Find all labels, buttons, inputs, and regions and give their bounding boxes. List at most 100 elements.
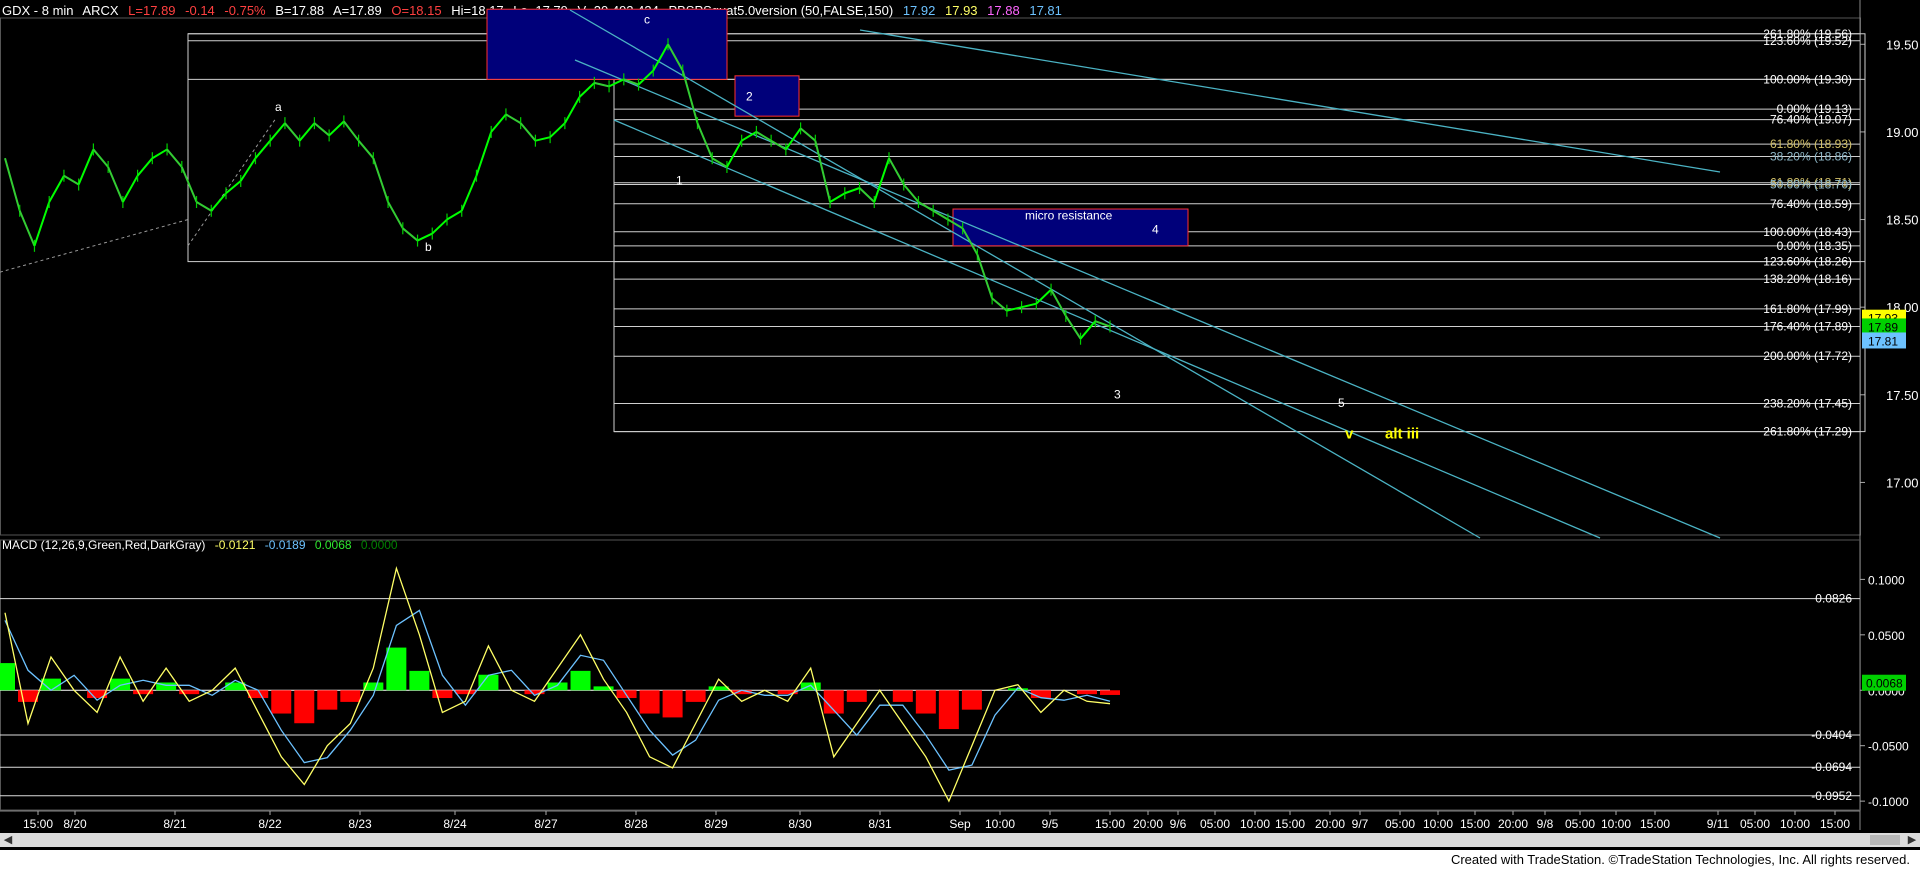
wave-label-2: c [644, 12, 650, 26]
macd-hist-bar-29 [662, 690, 683, 718]
time-axis-label-32: 10:00 [1780, 817, 1810, 831]
price-segment-2 [18, 210, 36, 247]
price-segment-36 [519, 122, 537, 142]
macd-axis-label-3: -0.0500 [1868, 740, 1909, 754]
price-segment-23 [328, 120, 345, 137]
time-axis-label-29: 15:00 [1640, 817, 1670, 831]
price-segment-13 [180, 166, 198, 203]
price-axis-label-0: 19.50 [1886, 37, 1919, 52]
price-segment-3 [33, 201, 51, 247]
fib-label-18: 261.80% (17.29) [1763, 425, 1852, 439]
macd-hist-bar-15 [340, 690, 361, 702]
macd-hist-bar-20 [455, 690, 476, 695]
copyright-footer: Created with TradeStation. ©TradeStation… [1450, 852, 1910, 867]
price-segment-24 [343, 120, 360, 142]
price-segment-25 [357, 140, 375, 159]
chart-canvas[interactable]: 19.5019.0018.5018.0017.5017.00261.80% (1… [0, 0, 1920, 850]
macd-ref-label-3: -0.0952 [1811, 789, 1852, 803]
price-segment-33 [475, 131, 493, 177]
resistance-box-c [486, 8, 728, 80]
macd-hist-bar-37 [846, 690, 867, 702]
fib-label-10: 100.00% (18.43) [1763, 225, 1852, 239]
wave-label-5: 3 [1114, 387, 1121, 401]
macd-axis-label-1: 0.0500 [1868, 629, 1905, 643]
macd-hist-bar-48 [1100, 690, 1120, 695]
macd-hist-bar-21 [478, 674, 499, 691]
macd-hist-bar-18 [409, 670, 430, 691]
macd-ref-label-1: -0.0404 [1811, 728, 1852, 742]
price-segment-39 [563, 96, 581, 124]
price-segment-20 [284, 122, 301, 142]
macd-hist-bar-24 [547, 682, 568, 691]
price-segment-9 [121, 175, 139, 203]
wave-label-3: 1 [676, 173, 683, 187]
price-segment-42 [608, 78, 625, 88]
fib-label-15: 176.40% (17.89) [1763, 319, 1852, 333]
price-axis-label-5: 17.00 [1886, 475, 1919, 490]
macd-hist-bar-39 [892, 690, 913, 702]
time-axis-label-5: 8/24 [443, 817, 467, 831]
time-axis-label-3: 8/22 [258, 817, 282, 831]
micro-resistance-label: micro resistance [1025, 209, 1113, 223]
time-axis-label-30: 9/11 [1707, 817, 1730, 831]
scroll-right-arrow-icon[interactable]: ▶ [1906, 833, 1918, 847]
time-axis-label-8: 8/29 [704, 817, 728, 831]
time-axis-label-14: 15:00 [1095, 817, 1125, 831]
price-segment-18 [254, 140, 271, 159]
price-segment-37 [535, 136, 551, 142]
price-axis-label-2: 18.50 [1886, 213, 1919, 228]
price-axis-label-1: 19.00 [1886, 125, 1919, 140]
fib-label-9: 76.40% (18.59) [1770, 197, 1852, 211]
macd-hist-bar-41 [938, 690, 959, 730]
price-tag-2: 17.81 [1868, 334, 1898, 348]
fib-label-14: 161.80% (17.99) [1763, 302, 1852, 316]
price-segment-26 [372, 157, 390, 203]
macd-hist-bar-28 [639, 690, 660, 714]
price-segment-38 [549, 122, 566, 138]
horizontal-scrollbar[interactable]: ◀ ▶ [0, 833, 1920, 847]
macd-hist-bar-42 [961, 690, 982, 710]
time-axis-label-18: 10:00 [1240, 817, 1270, 831]
macd-hist-bar-31 [708, 686, 729, 691]
time-axis-label-20: 20:00 [1315, 817, 1345, 831]
time-axis-label-4: 8/23 [348, 817, 372, 831]
price-segment-8 [107, 166, 124, 203]
time-axis-label-2: 8/21 [163, 817, 187, 831]
price-segment-55 [799, 127, 816, 142]
price-segment-57 [829, 192, 846, 203]
time-axis-label-33: 15:00 [1820, 817, 1850, 831]
macd-axis-label-0: 0.1000 [1868, 573, 1905, 587]
fib-label-4: 76.40% (19.07) [1770, 113, 1852, 127]
price-segment-27 [387, 201, 404, 229]
time-axis-label-12: 10:00 [985, 817, 1015, 831]
time-axis-label-22: 05:00 [1385, 817, 1415, 831]
price-segment-60 [873, 157, 890, 203]
price-segment-21 [298, 122, 316, 142]
fib-label-16: 200.00% (17.72) [1763, 349, 1852, 363]
macd-ref-label-2: -0.0694 [1811, 760, 1852, 774]
macd-hist-bar-13 [294, 690, 315, 724]
fib-box-1 [613, 78, 1866, 433]
price-segment-1 [4, 157, 21, 212]
price-segment-30 [431, 218, 448, 235]
macd-ref-label-0: 0.0826 [1815, 592, 1852, 606]
price-segment-48 [696, 122, 714, 159]
price-segment-62 [902, 183, 920, 203]
fib-label-6: 38.20% (18.86) [1770, 149, 1852, 163]
macd-hist-bar-14 [317, 690, 338, 710]
wave-label-6: 4 [1152, 223, 1159, 237]
price-segment-32 [460, 175, 478, 212]
price-segment-4 [48, 175, 65, 203]
scroll-thumb[interactable] [1870, 835, 1900, 845]
macd-hist-bar-25 [570, 670, 591, 691]
price-segment-34 [490, 113, 507, 133]
macd-panel[interactable]: 0.10000.05000.0000-0.0500-0.10000.0826-0… [0, 539, 1909, 811]
price-segment-15 [210, 192, 227, 212]
price-segment-54 [785, 127, 802, 151]
time-axis-label-13: 9/5 [1042, 817, 1059, 831]
scroll-left-arrow-icon[interactable]: ◀ [2, 833, 14, 847]
time-axis-label-9: 8/30 [788, 817, 812, 831]
macd-hist-bar-30 [685, 690, 706, 702]
trend-dashed-1 [0, 219, 189, 273]
time-axis-label-19: 15:00 [1275, 817, 1305, 831]
